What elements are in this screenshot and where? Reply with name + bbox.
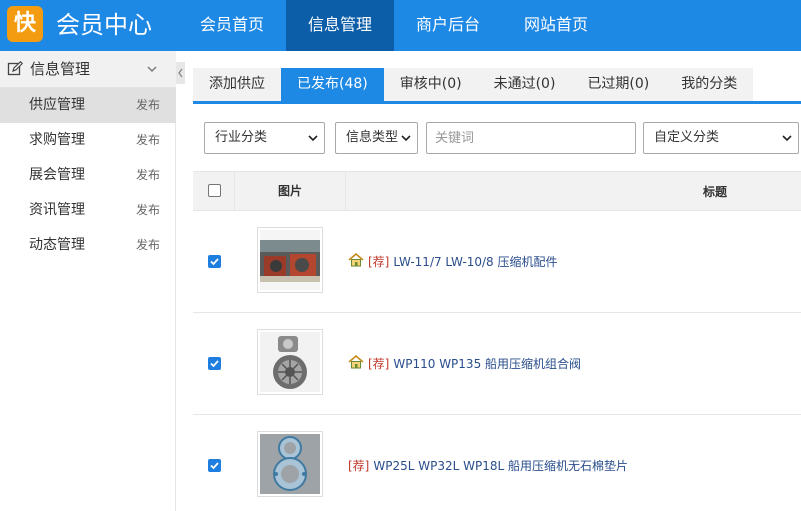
product-thumbnail[interactable] xyxy=(257,431,323,497)
publish-link[interactable]: 发布 xyxy=(136,228,160,263)
sidebar-item-label: 动态管理 xyxy=(29,237,85,253)
table-row: [荐] WP110 WP135 船用压缩机组合阀 xyxy=(193,313,801,415)
table-header: 图片 标题 xyxy=(193,171,801,211)
nav-info-management[interactable]: 信息管理 xyxy=(286,0,395,51)
sidebar-item-news[interactable]: 资讯管理 发布 xyxy=(0,193,176,228)
row-title: [荐] LW-11/7 LW-10/8 压缩机配件 xyxy=(348,251,558,273)
sidebar-list: 供应管理 发布 求购管理 发布 展会管理 发布 资讯管理 发布 动态管理 发布 xyxy=(0,88,176,263)
tab-rejected[interactable]: 未通过(0) xyxy=(477,68,572,101)
chevron-left-icon xyxy=(178,68,183,78)
info-type-select[interactable]: 信息类型 xyxy=(335,122,418,154)
home-icon xyxy=(348,253,364,267)
nav-website-home[interactable]: 网站首页 xyxy=(502,0,610,51)
industry-select-value: 行业分类 xyxy=(215,130,268,145)
row-title: [荐] WP110 WP135 船用压缩机组合阀 xyxy=(348,353,581,375)
tab-my-categories[interactable]: 我的分类 xyxy=(665,68,754,101)
sidebar-heading-label: 信息管理 xyxy=(30,60,91,78)
select-all-checkbox[interactable] xyxy=(208,184,221,197)
site-logo[interactable]: 快 xyxy=(7,6,43,42)
table-row: [荐] LW-11/7 LW-10/8 压缩机配件 xyxy=(193,211,801,313)
nav-merchant-backend[interactable]: 商户后台 xyxy=(394,0,502,51)
product-title-link[interactable]: WP110 WP135 船用压缩机组合阀 xyxy=(393,357,581,371)
product-title-link[interactable]: WP25L WP32L WP18L 船用压缩机无石棉垫片 xyxy=(373,459,628,473)
row-checkbox[interactable] xyxy=(208,255,221,268)
recommended-tag: [荐] xyxy=(348,459,370,473)
publish-link[interactable]: 发布 xyxy=(136,158,160,193)
recommended-tag: [荐] xyxy=(368,255,390,269)
sidebar-item-label: 展会管理 xyxy=(29,167,85,183)
custom-category-select-value: 自定义分类 xyxy=(654,130,720,145)
chevron-down-icon xyxy=(782,135,792,142)
product-thumbnail[interactable] xyxy=(257,227,323,293)
main-nav: 会员首页 信息管理 商户后台 网站首页 xyxy=(178,0,610,51)
tab-add-supply[interactable]: 添加供应 xyxy=(193,68,281,101)
sidebar-item-exhibition[interactable]: 展会管理 发布 xyxy=(0,158,176,193)
header-check-cell xyxy=(193,172,235,210)
recommended-tag: [荐] xyxy=(368,357,390,371)
sidebar-collapse-handle[interactable] xyxy=(176,62,185,84)
info-type-select-value: 信息类型 xyxy=(346,130,399,145)
sidebar-heading[interactable]: 信息管理 xyxy=(0,51,176,88)
column-header-image: 图片 xyxy=(235,172,346,210)
site-title: 会员中心 xyxy=(56,11,152,39)
column-header-title: 标题 xyxy=(703,185,728,199)
row-checkbox[interactable] xyxy=(208,357,221,370)
row-checkbox[interactable] xyxy=(208,459,221,472)
tab-published[interactable]: 已发布(48) xyxy=(281,68,384,101)
edit-icon xyxy=(7,61,23,76)
publish-link[interactable]: 发布 xyxy=(136,88,160,123)
publish-link[interactable]: 发布 xyxy=(136,123,160,158)
custom-category-select[interactable]: 自定义分类 xyxy=(643,122,799,154)
sidebar-item-label: 求购管理 xyxy=(29,132,85,148)
table-row: [荐] WP25L WP32L WP18L 船用压缩机无石棉垫片 xyxy=(193,415,801,511)
product-title-link[interactable]: LW-11/7 LW-10/8 压缩机配件 xyxy=(393,255,557,269)
tab-expired[interactable]: 已过期(0) xyxy=(571,68,666,101)
tab-reviewing[interactable]: 审核中(0) xyxy=(383,68,478,101)
status-tabs: 添加供应 已发布(48) 审核中(0) 未通过(0) 已过期(0) 我的分类 xyxy=(193,68,801,104)
chevron-down-icon[interactable] xyxy=(146,63,158,75)
nav-member-home[interactable]: 会员首页 xyxy=(178,0,286,51)
product-thumbnail[interactable] xyxy=(257,329,323,395)
row-title: [荐] WP25L WP32L WP18L 船用压缩机无石棉垫片 xyxy=(348,455,628,477)
chevron-down-icon xyxy=(401,135,411,142)
keyword-input[interactable] xyxy=(426,122,636,154)
publish-link[interactable]: 发布 xyxy=(136,193,160,228)
sidebar: 信息管理 供应管理 发布 求购管理 发布 展会管理 发布 资讯管理 发布 动态管… xyxy=(0,51,176,511)
sidebar-item-supply[interactable]: 供应管理 发布 xyxy=(0,88,176,123)
chevron-down-icon xyxy=(308,135,318,142)
top-header: 快 会员中心 会员首页 信息管理 商户后台 网站首页 xyxy=(0,0,801,51)
sidebar-item-updates[interactable]: 动态管理 发布 xyxy=(0,228,176,263)
sidebar-item-purchase[interactable]: 求购管理 发布 xyxy=(0,123,176,158)
sidebar-item-label: 供应管理 xyxy=(29,97,85,113)
sidebar-item-label: 资讯管理 xyxy=(29,202,85,218)
home-icon xyxy=(348,355,364,369)
industry-select[interactable]: 行业分类 xyxy=(204,122,325,154)
